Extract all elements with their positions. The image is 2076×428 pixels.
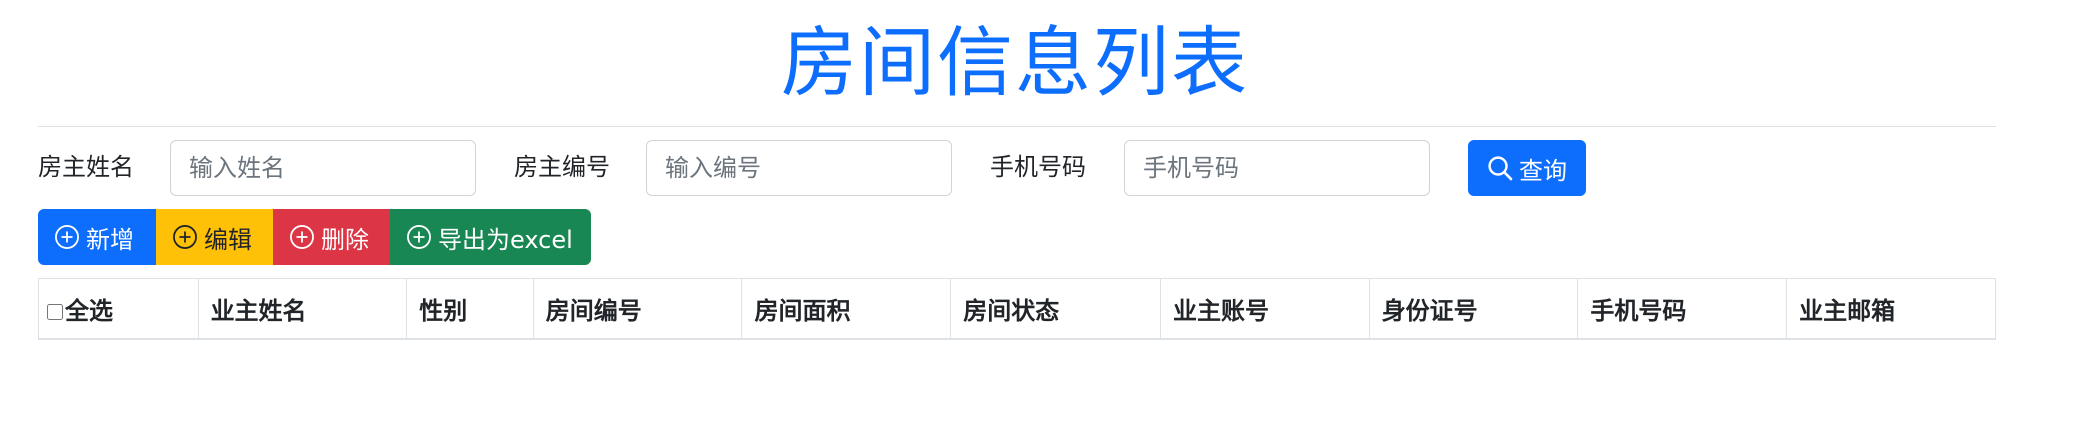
column-header-room-status: 房间状态 [950,278,1161,340]
plus-circle-icon [289,224,315,250]
select-all-header: 全选 [38,278,199,340]
title-divider [38,126,1996,127]
owner-id-label: 房主编号 [514,153,610,181]
edit-button-label: 编辑 [204,225,252,254]
add-button-label: 新增 [86,225,134,254]
column-header-owner-name: 业主姓名 [197,278,408,340]
owner-name-label: 房主姓名 [38,153,134,181]
plus-circle-icon [406,224,432,250]
column-header-room-number: 房间编号 [532,278,743,340]
select-all-checkbox[interactable] [47,303,63,320]
search-form: 房主姓名 房主编号 手机号码 查询 [38,138,1998,198]
export-button-label: 导出为excel [438,225,573,254]
query-button-label: 查询 [1519,156,1567,185]
owner-id-input[interactable] [646,140,952,196]
phone-label: 手机号码 [990,153,1086,181]
column-header-gender: 性别 [406,278,534,340]
delete-button-label: 删除 [321,225,369,254]
column-header-owner-email: 业主邮箱 [1786,278,1996,340]
plus-circle-icon [54,224,80,250]
search-icon [1487,155,1513,181]
delete-button[interactable]: 删除 [273,209,390,265]
action-toolbar: 新增 编辑 删除 导出为excel [38,209,591,265]
column-header-id-number: 身份证号 [1368,278,1579,340]
owner-name-input[interactable] [170,140,476,196]
add-button[interactable]: 新增 [38,209,156,265]
room-table: 全选 业主姓名 性别 房间编号 房间面积 房间状态 业主账号 身份证号 手机号码… [38,278,1996,340]
table-header-row: 全选 业主姓名 性别 房间编号 房间面积 房间状态 业主账号 身份证号 手机号码… [38,278,1996,340]
page-title: 房间信息列表 [781,18,1249,107]
column-header-room-area: 房间面积 [741,278,952,340]
select-all-label: 全选 [65,296,113,325]
edit-button[interactable]: 编辑 [156,209,273,265]
table-body [39,339,1996,340]
export-excel-button[interactable]: 导出为excel [390,209,591,265]
phone-input[interactable] [1124,140,1430,196]
column-header-phone: 手机号码 [1577,278,1788,340]
query-button[interactable]: 查询 [1468,140,1586,196]
plus-circle-icon [172,224,198,250]
column-header-owner-account: 业主账号 [1159,278,1370,340]
